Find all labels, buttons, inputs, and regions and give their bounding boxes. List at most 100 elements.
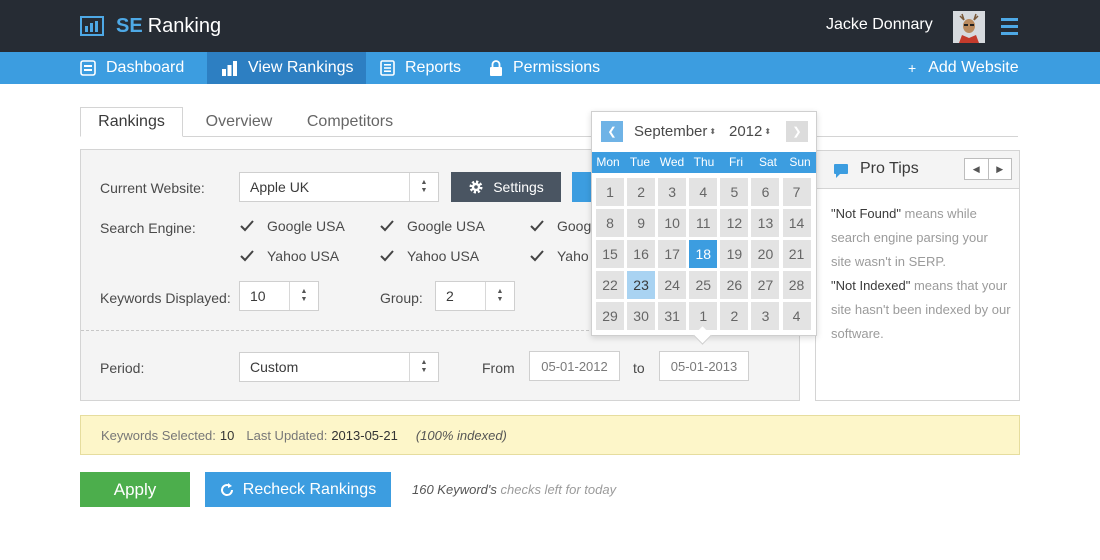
weekday-label: Wed xyxy=(659,155,685,169)
nav-permissions[interactable]: Permissions xyxy=(489,52,600,84)
calendar-day[interactable]: 2 xyxy=(627,178,656,206)
engine-checkbox[interactable]: Goog xyxy=(529,218,591,234)
calendar-day[interactable]: 24 xyxy=(658,271,687,299)
keywords-displayed-stepper[interactable]: 10 ▲ ▼ xyxy=(239,281,319,311)
pro-tips-text: "Not Found" means while search engine pa… xyxy=(831,202,1011,346)
calendar-grid: 1 2 3 4 5 6 7 8 9 10 11 12 13 14 15 16 17 18 19 20 21 22 23 24 2… xyxy=(596,178,814,333)
select-arrows-icon: ▲ ▼ xyxy=(409,173,438,201)
deer-avatar-icon xyxy=(953,11,985,43)
calendar-day[interactable]: 18 xyxy=(689,240,718,268)
checkmark-icon xyxy=(529,248,545,264)
weekday-label: Thu xyxy=(693,155,715,169)
calendar-day[interactable]: 17 xyxy=(658,240,687,268)
pro-tips-title: Pro Tips xyxy=(860,160,919,177)
tab-rankings[interactable]: Rankings xyxy=(80,107,183,137)
user-name[interactable]: Jacke Donnary xyxy=(826,16,933,34)
group-stepper[interactable]: 2 ▲ ▼ xyxy=(435,281,515,311)
calendar-day[interactable]: 8 xyxy=(596,209,624,237)
calendar-day[interactable]: 1 xyxy=(689,302,718,330)
tab-overview[interactable]: Overview xyxy=(196,107,282,137)
calendar-day[interactable]: 6 xyxy=(751,178,780,206)
calendar-day[interactable]: 20 xyxy=(751,240,780,268)
nav-reports[interactable]: Reports xyxy=(380,52,461,84)
year-select[interactable]: 2012 ⬍ xyxy=(729,123,771,140)
calendar-day[interactable]: 22 xyxy=(596,271,624,299)
search-engine-label: Search Engine: xyxy=(100,220,196,236)
last-updated-value: 2013-05-21 xyxy=(331,427,398,443)
engine-checkbox[interactable]: Google USA xyxy=(239,218,345,234)
tab-competitors[interactable]: Competitors xyxy=(296,107,404,137)
plus-icon: + xyxy=(908,60,917,76)
current-website-label: Current Website: xyxy=(100,180,205,196)
calendar-day[interactable]: 14 xyxy=(782,209,811,237)
website-select[interactable]: Apple UK ▲ ▼ xyxy=(239,172,439,202)
month-select[interactable]: September ⬍ xyxy=(634,123,716,140)
calendar-day[interactable]: 31 xyxy=(658,302,687,330)
to-date-input[interactable]: 05-01-2013 xyxy=(659,351,749,381)
checkmark-icon xyxy=(239,248,255,264)
calendar-day[interactable]: 11 xyxy=(689,209,718,237)
select-arrows-icon: ⬍ xyxy=(709,127,717,136)
keywords-selected-label: Keywords Selected: xyxy=(101,427,216,443)
calendar-day[interactable]: 3 xyxy=(658,178,687,206)
nav-view-rankings[interactable]: View Rankings xyxy=(207,52,366,84)
engine-checkbox[interactable]: Yaho xyxy=(529,248,589,264)
calendar-day[interactable]: 25 xyxy=(689,271,718,299)
calendar-day[interactable]: 23 xyxy=(627,271,656,299)
engine-checkbox[interactable]: Yahoo USA xyxy=(239,248,339,264)
period-select[interactable]: Custom ▲ ▼ xyxy=(239,352,439,382)
calendar-day[interactable]: 4 xyxy=(782,302,811,330)
gear-icon xyxy=(469,180,483,194)
menu-icon[interactable] xyxy=(1001,18,1018,35)
settings-button[interactable]: Settings xyxy=(451,172,561,202)
engine-checkbox[interactable]: Yahoo USA xyxy=(379,248,479,264)
calendar-week: 22 23 24 25 26 27 28 xyxy=(596,271,814,299)
engine-label: Google USA xyxy=(267,218,345,234)
calendar-day[interactable]: 27 xyxy=(751,271,780,299)
app-logo[interactable]: SE Ranking xyxy=(80,14,221,38)
calendar-day[interactable]: 29 xyxy=(596,302,624,330)
weekday-header: Mon Tue Wed Thu Fri Sat Sun xyxy=(592,152,816,173)
tips-prev-button[interactable]: ◀ xyxy=(965,159,989,179)
group-value: 2 xyxy=(446,288,454,304)
calendar-day[interactable]: 30 xyxy=(627,302,656,330)
engine-checkbox[interactable]: Google USA xyxy=(379,218,485,234)
calendar-day[interactable]: 9 xyxy=(627,209,656,237)
avatar[interactable] xyxy=(953,11,985,43)
calendar-day[interactable]: 3 xyxy=(751,302,780,330)
keywords-displayed-value: 10 xyxy=(250,288,266,304)
add-website-button[interactable]: + Add Website xyxy=(908,52,1019,84)
nav-dashboard[interactable]: Dashboard xyxy=(80,52,184,84)
calendar-day[interactable]: 26 xyxy=(720,271,749,299)
calendar-day[interactable]: 12 xyxy=(720,209,749,237)
nav-permissions-label: Permissions xyxy=(513,59,601,76)
speech-bubble-icon xyxy=(834,164,848,178)
calendar-day[interactable]: 13 xyxy=(751,209,780,237)
keywords-displayed-label: Keywords Displayed: xyxy=(100,290,231,306)
calendar-day[interactable]: 28 xyxy=(782,271,811,299)
calendar-day[interactable]: 7 xyxy=(782,178,811,206)
period-select-value: Custom xyxy=(250,359,299,375)
checks-count: 160 Keyword's xyxy=(412,482,497,497)
calendar-day[interactable]: 15 xyxy=(596,240,624,268)
tips-next-button[interactable]: ▶ xyxy=(989,159,1012,179)
calendar-day[interactable]: 19 xyxy=(720,240,749,268)
weekday-label: Sun xyxy=(789,155,811,169)
calendar-day[interactable]: 1 xyxy=(596,178,624,206)
calendar-day[interactable]: 4 xyxy=(689,178,718,206)
recheck-rankings-button[interactable]: Recheck Rankings xyxy=(205,472,391,507)
calendar-day[interactable]: 21 xyxy=(782,240,811,268)
prev-month-button[interactable]: ❮ xyxy=(601,121,623,142)
indexed-note: (100% indexed) xyxy=(415,427,507,443)
calendar-day[interactable]: 10 xyxy=(658,209,687,237)
recheck-label: Recheck Rankings xyxy=(242,480,377,498)
refresh-icon xyxy=(220,482,233,496)
calendar-day[interactable]: 2 xyxy=(720,302,749,330)
next-month-button[interactable]: ❯ xyxy=(786,121,808,142)
calendar-day[interactable]: 5 xyxy=(720,178,749,206)
apply-button[interactable]: Apply xyxy=(80,472,190,507)
brand-prefix: SE xyxy=(116,14,143,37)
tip-key-not-found: "Not Found" xyxy=(831,206,901,221)
from-date-input[interactable]: 05-01-2012 xyxy=(529,351,620,381)
calendar-day[interactable]: 16 xyxy=(627,240,656,268)
